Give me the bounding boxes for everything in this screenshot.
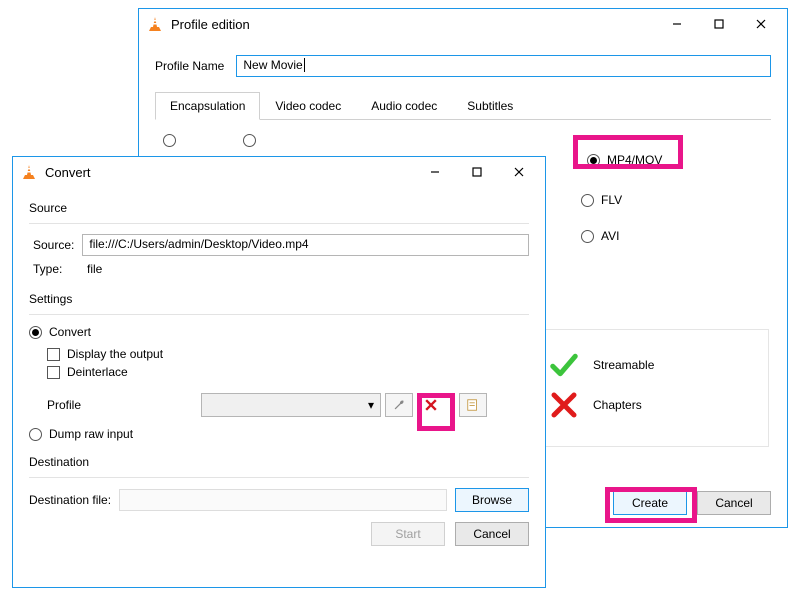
convert-cancel-button[interactable]: Cancel: [455, 522, 529, 546]
deinterlace-checkbox[interactable]: Deinterlace: [47, 365, 529, 379]
tab-video-codec[interactable]: Video codec: [260, 92, 356, 120]
browse-button[interactable]: Browse: [455, 488, 529, 512]
convert-radio-label: Convert: [49, 325, 91, 339]
profile-dropdown[interactable]: ▾: [201, 393, 381, 417]
tab-subtitles[interactable]: Subtitles: [452, 92, 528, 120]
tab-audio-codec[interactable]: Audio codec: [356, 92, 452, 120]
radio-icon-selected: [587, 154, 600, 167]
destination-file-label: Destination file:: [29, 493, 111, 507]
deinterlace-label: Deinterlace: [67, 365, 128, 379]
destination-group-label: Destination: [29, 455, 529, 469]
destination-file-input[interactable]: [119, 489, 447, 511]
format-flv-label: FLV: [601, 193, 622, 207]
display-output-checkbox[interactable]: Display the output: [47, 347, 529, 361]
hidden-radio-2[interactable]: [243, 134, 256, 147]
source-label: Source:: [33, 238, 74, 252]
format-flv[interactable]: FLV: [581, 193, 761, 207]
tab-encapsulation[interactable]: Encapsulation: [155, 92, 260, 120]
feature-chapters-label: Chapters: [593, 398, 642, 412]
window-controls: [657, 12, 781, 36]
checkbox-icon: [47, 366, 60, 379]
source-group-label: Source: [29, 201, 529, 215]
format-mp4-mov[interactable]: MP4/MOV: [581, 149, 761, 171]
vlc-icon: [21, 164, 37, 180]
dump-raw-label: Dump raw input: [49, 427, 133, 441]
convert-titlebar: Convert: [13, 157, 545, 187]
hidden-radio-1[interactable]: [163, 134, 176, 147]
convert-radio[interactable]: Convert: [29, 325, 529, 339]
delete-x-icon: [425, 399, 437, 411]
wrench-icon: [392, 398, 406, 412]
profile-tabbar: Encapsulation Video codec Audio codec Su…: [155, 91, 771, 120]
maximize-button[interactable]: [457, 160, 497, 184]
convert-window: Convert Source Source: file:///C:/Users/…: [12, 156, 546, 588]
source-input[interactable]: file:///C:/Users/admin/Desktop/Video.mp4: [82, 234, 529, 256]
minimize-button[interactable]: [657, 12, 697, 36]
profile-cancel-button[interactable]: Cancel: [697, 491, 771, 515]
vlc-icon: [147, 16, 163, 32]
start-button[interactable]: Start: [371, 522, 445, 546]
profile-name-input[interactable]: New Movie: [236, 55, 771, 77]
feature-streamable-label: Streamable: [593, 358, 654, 372]
window-controls: [415, 160, 539, 184]
display-output-label: Display the output: [67, 347, 163, 361]
format-avi-label: AVI: [601, 229, 619, 243]
new-profile-button[interactable]: [459, 393, 487, 417]
type-value: file: [87, 262, 102, 276]
format-avi[interactable]: AVI: [581, 229, 761, 243]
delete-profile-button[interactable]: [417, 393, 445, 417]
format-mp4-mov-label: MP4/MOV: [607, 153, 662, 167]
convert-window-title: Convert: [45, 165, 415, 180]
close-button[interactable]: [741, 12, 781, 36]
checkbox-icon: [47, 348, 60, 361]
minimize-button[interactable]: [415, 160, 455, 184]
profile-label: Profile: [47, 398, 101, 412]
radio-icon: [581, 194, 594, 207]
close-button[interactable]: [499, 160, 539, 184]
type-label: Type:: [33, 262, 79, 276]
radio-icon: [29, 428, 42, 441]
profile-window-title: Profile edition: [171, 17, 657, 32]
profile-name-label: Profile Name: [155, 59, 224, 73]
create-button[interactable]: Create: [613, 491, 687, 515]
edit-profile-button[interactable]: [385, 393, 413, 417]
new-profile-icon: [466, 398, 480, 412]
radio-icon-selected: [29, 326, 42, 339]
radio-icon: [581, 230, 594, 243]
dump-raw-radio[interactable]: Dump raw input: [29, 427, 529, 441]
x-mark-icon: [549, 390, 579, 420]
checkmark-icon: [549, 350, 579, 380]
settings-group-label: Settings: [29, 292, 529, 306]
feature-streamable: Streamable: [549, 350, 756, 380]
chevron-down-icon: ▾: [368, 398, 374, 412]
profile-titlebar: Profile edition: [139, 9, 787, 39]
feature-chapters: Chapters: [549, 390, 756, 420]
maximize-button[interactable]: [699, 12, 739, 36]
